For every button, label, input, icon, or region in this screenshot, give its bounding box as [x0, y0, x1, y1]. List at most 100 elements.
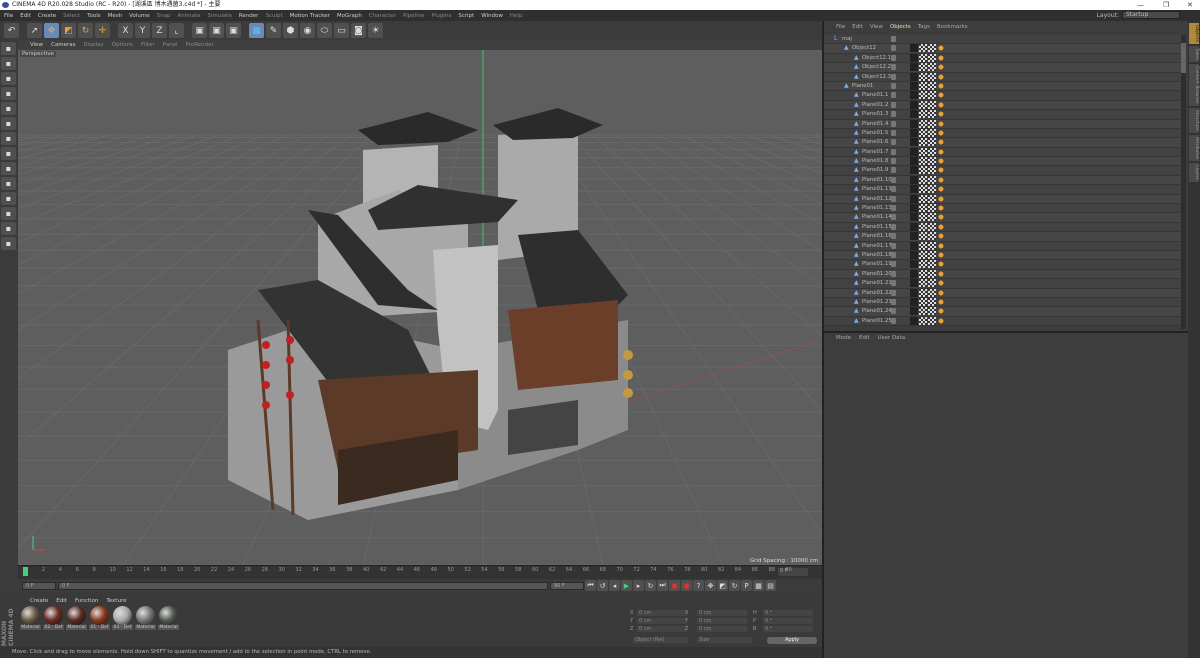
material-tag-icon[interactable] [910, 166, 918, 175]
menu-sculpt[interactable]: Sculpt [265, 13, 282, 19]
minimize-button[interactable]: — [1137, 0, 1144, 10]
texture-tag-icon[interactable] [937, 194, 945, 203]
menu-mesh[interactable]: Mesh [108, 13, 122, 19]
tweak-button[interactable]: ▪ [1, 162, 16, 175]
texture-tag-icon[interactable] [937, 260, 945, 269]
visibility-toggle[interactable] [891, 176, 896, 183]
material-tag-icon[interactable] [910, 119, 918, 128]
uvw-tag-icon[interactable] [928, 100, 936, 109]
viewport-menu-cameras[interactable]: Cameras [51, 42, 75, 48]
material-tag-icon[interactable] [910, 213, 918, 222]
render-settings-button[interactable]: ▣ [226, 23, 241, 38]
menu-volume[interactable]: Volume [129, 13, 149, 19]
snap-button[interactable]: ▪ [1, 177, 16, 190]
uvw-tag-icon[interactable] [919, 128, 927, 137]
object-list-scrollbar[interactable] [1181, 35, 1186, 329]
uvw-tag-icon[interactable] [928, 297, 936, 306]
x-axis-button[interactable]: X [118, 23, 133, 38]
menu-simulate[interactable]: Simulate [208, 13, 232, 19]
menu-window[interactable]: Window [481, 13, 503, 19]
render-view-button[interactable]: ▣ [192, 23, 207, 38]
material-tag-icon[interactable] [910, 44, 918, 53]
uvw-tag-icon[interactable] [919, 269, 927, 278]
material-tag-icon[interactable] [910, 222, 918, 231]
menu-render[interactable]: Render [239, 13, 259, 19]
uvw-tag-icon[interactable] [919, 288, 927, 297]
floor-button[interactable]: ▭ [334, 23, 349, 38]
material-tag-icon[interactable] [910, 157, 918, 166]
layout-dropdown[interactable]: Startup [1122, 11, 1180, 19]
uvw-tag-icon[interactable] [928, 241, 936, 250]
uvw-tag-icon[interactable] [928, 147, 936, 156]
texture-tag-icon[interactable] [937, 147, 945, 156]
visibility-toggle[interactable] [891, 129, 896, 136]
menu-edit[interactable]: Edit [20, 13, 31, 19]
texture-tag-icon[interactable] [937, 213, 945, 222]
object-row[interactable]: ▲ Object12.2 [824, 63, 1182, 73]
polygons-mode-button[interactable]: ▪ [1, 132, 16, 145]
texture-tag-icon[interactable] [937, 138, 945, 147]
viewport-menu-view[interactable]: View [30, 42, 43, 48]
visibility-toggle[interactable] [891, 73, 896, 80]
material-tag-icon[interactable] [910, 72, 918, 81]
uvw-tag-icon[interactable] [919, 147, 927, 156]
light-button[interactable]: ☀ [368, 23, 383, 38]
object-menu-view[interactable]: View [870, 24, 883, 30]
uvw-tag-icon[interactable] [928, 316, 936, 325]
menu-plugins[interactable]: Plugins [432, 13, 452, 19]
autokey-button[interactable]: ● [681, 580, 692, 591]
object-row[interactable]: ▲ Plane01.22 [824, 288, 1182, 298]
uvw-tag-icon[interactable] [919, 232, 927, 241]
texture-tag-icon[interactable] [937, 128, 945, 137]
coord-field[interactable]: 0 ° [763, 610, 813, 616]
texture-tag-icon[interactable] [937, 250, 945, 259]
material-tag-icon[interactable] [910, 260, 918, 269]
texture-tag-icon[interactable] [937, 100, 945, 109]
points-mode-button[interactable]: ▪ [1, 102, 16, 115]
uvw-tag-icon[interactable] [928, 44, 936, 53]
uvw-tag-icon[interactable] [928, 185, 936, 194]
material-swatch[interactable]: Material [66, 606, 87, 633]
uvw-tag-icon[interactable] [919, 204, 927, 213]
scale-button[interactable]: ◩ [61, 23, 76, 38]
tab-attributes[interactable]: Attributes [1189, 134, 1199, 162]
uvw-tag-icon[interactable] [928, 194, 936, 203]
end-frame-field[interactable]: 90 F [550, 582, 584, 590]
texture-tag-icon[interactable] [937, 204, 945, 213]
uvw-tag-icon[interactable] [928, 288, 936, 297]
visibility-toggle[interactable] [891, 82, 896, 89]
uvw-tag-icon[interactable] [919, 194, 927, 203]
apply-button[interactable]: Apply [767, 637, 817, 644]
visibility-toggle[interactable] [891, 317, 896, 324]
menu-pipeline[interactable]: Pipeline [403, 13, 425, 19]
uvw-tag-icon[interactable] [928, 138, 936, 147]
object-row[interactable]: ▲ Object12.1 [824, 53, 1182, 64]
texture-tag-icon[interactable] [937, 63, 945, 72]
material-tag-icon[interactable] [910, 194, 918, 203]
material-tag-icon[interactable] [910, 279, 918, 288]
material-tag-icon[interactable] [910, 288, 918, 297]
visibility-toggle[interactable] [891, 223, 896, 230]
object-menu-bookmarks[interactable]: Bookmarks [937, 24, 968, 30]
texture-tag-icon[interactable] [937, 269, 945, 278]
object-row[interactable]: ▲ Plane01.25 [824, 316, 1182, 327]
uvw-tag-icon[interactable] [919, 72, 927, 81]
object-row[interactable]: ▲ Object12 [824, 44, 1182, 54]
texture-tag-icon[interactable] [937, 279, 945, 288]
menu-motion-tracker[interactable]: Motion Tracker [290, 13, 330, 19]
texture-tag-icon[interactable] [937, 288, 945, 297]
material-tag-icon[interactable] [910, 241, 918, 250]
texture-tag-icon[interactable] [937, 53, 945, 62]
uvw-tag-icon[interactable] [928, 119, 936, 128]
texture-tag-icon[interactable] [937, 307, 945, 316]
uvw-tag-icon[interactable] [919, 213, 927, 222]
material-swatch[interactable]: 01 - Def [89, 606, 110, 633]
material-menu-create[interactable]: Create [30, 598, 48, 604]
object-row[interactable]: ▲ Plane01.3 [824, 110, 1182, 120]
material-tag-icon[interactable] [910, 110, 918, 119]
current-frame-field[interactable]: 0 F [778, 568, 808, 576]
range-slider[interactable]: 0 F [58, 582, 548, 590]
layers-button[interactable]: ▪ [1, 237, 16, 250]
coord-field[interactable]: 0 ° [763, 618, 813, 624]
menu-mograph[interactable]: MoGraph [337, 13, 362, 19]
